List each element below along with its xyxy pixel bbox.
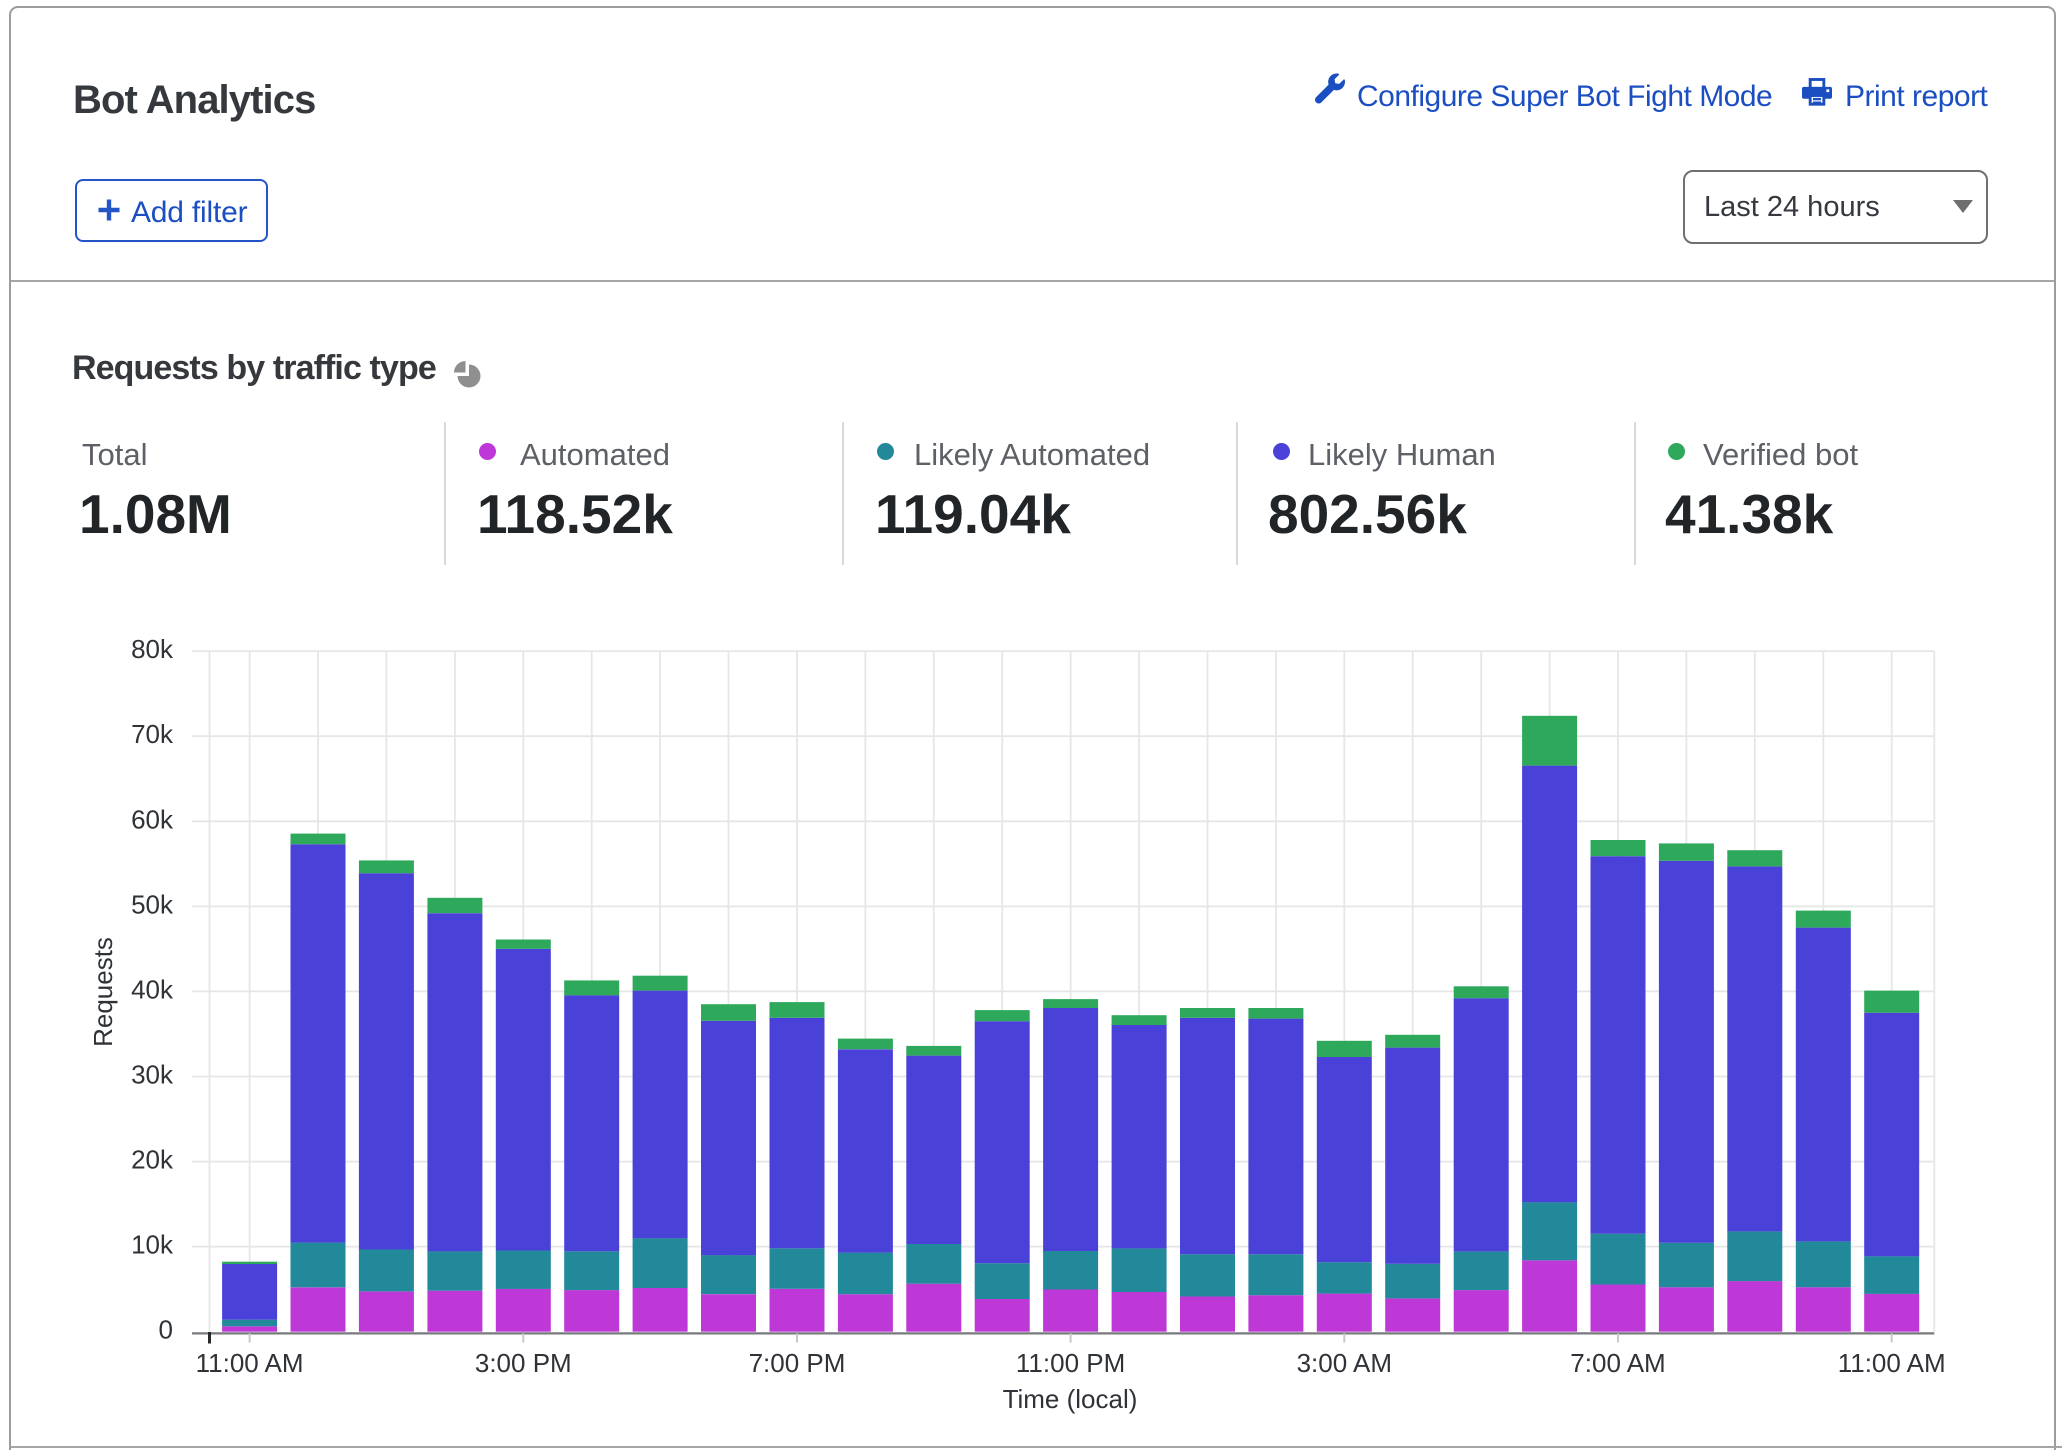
svg-text:70k: 70k — [131, 719, 174, 749]
svg-text:20k: 20k — [131, 1145, 174, 1175]
svg-text:Requests: Requests — [88, 937, 118, 1047]
svg-text:40k: 40k — [131, 974, 174, 1004]
svg-text:11:00 AM: 11:00 AM — [196, 1348, 304, 1378]
svg-text:50k: 50k — [131, 889, 174, 919]
svg-text:11:00 AM: 11:00 AM — [1838, 1348, 1946, 1378]
svg-text:11:00 PM: 11:00 PM — [1016, 1348, 1125, 1378]
svg-text:30k: 30k — [131, 1060, 174, 1090]
svg-text:7:00 AM: 7:00 AM — [1570, 1348, 1665, 1378]
svg-text:3:00 PM: 3:00 PM — [475, 1348, 572, 1378]
svg-text:3:00 AM: 3:00 AM — [1297, 1348, 1392, 1378]
svg-text:Time (local): Time (local) — [1003, 1384, 1138, 1414]
svg-text:0: 0 — [159, 1315, 173, 1345]
svg-text:60k: 60k — [131, 804, 174, 834]
svg-text:10k: 10k — [131, 1230, 174, 1260]
svg-text:80k: 80k — [131, 634, 174, 664]
svg-text:7:00 PM: 7:00 PM — [749, 1348, 846, 1378]
